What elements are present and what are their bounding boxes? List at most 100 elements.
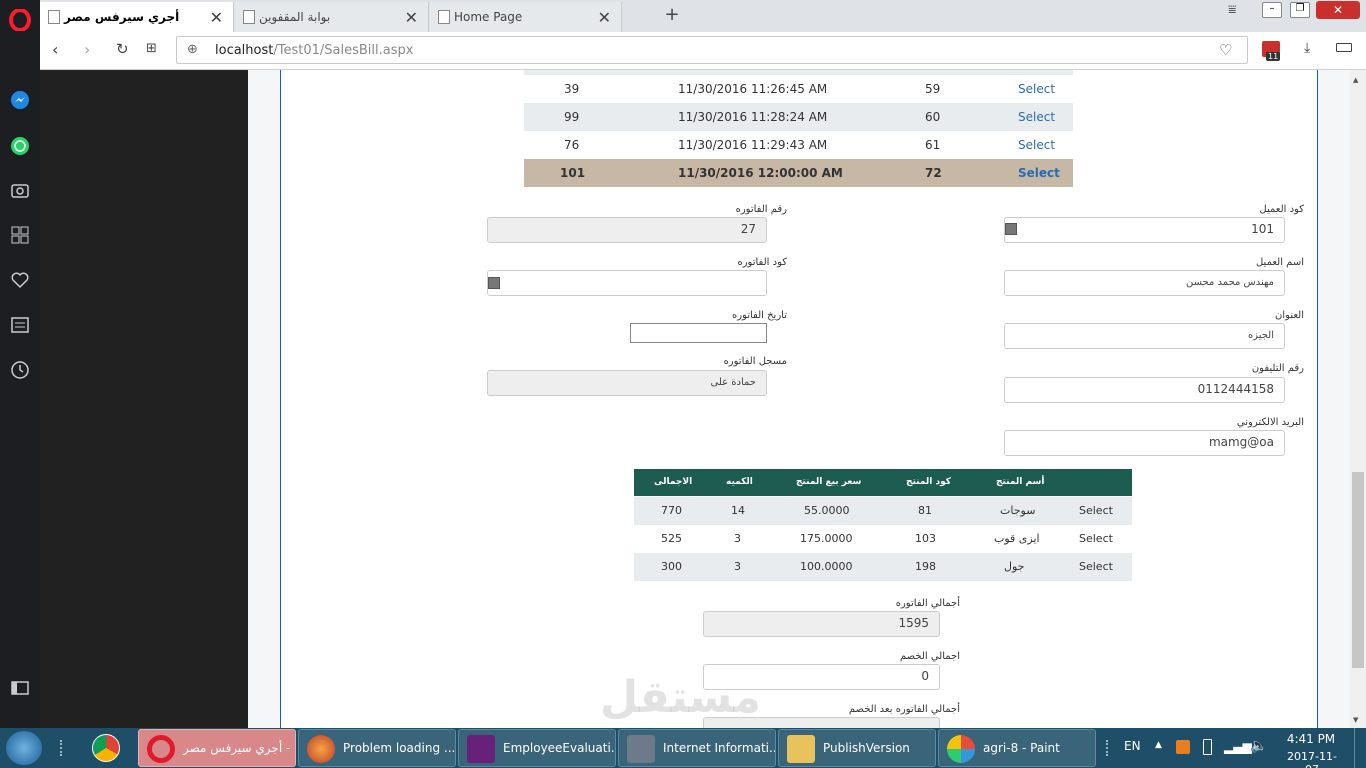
- customer-name-value: مهندس محمد محسن: [1186, 277, 1274, 288]
- clock-time[interactable]: 4:41 PM: [1286, 732, 1336, 746]
- select-link[interactable]: Select: [1018, 82, 1055, 96]
- lookup-icon[interactable]: [488, 277, 500, 289]
- customer-code-field[interactable]: 101: [1004, 217, 1285, 243]
- heart-icon[interactable]: [8, 268, 32, 292]
- tab-bar: أجري سيرفس مصر ✕ بوابة المقفوين ✕ Home P…: [40, 0, 1366, 32]
- history-icon[interactable]: [8, 358, 32, 382]
- tab-menu-icon[interactable]: ⩸: [1228, 2, 1237, 18]
- customer-name-field[interactable]: مهندس محمد محسن: [1004, 270, 1285, 296]
- taskbar-button-paint[interactable]: agri-8 - Paint: [938, 729, 1096, 767]
- address-field[interactable]: الجيزه: [1004, 323, 1285, 349]
- cell: 72: [925, 166, 942, 180]
- reload-icon[interactable]: ↻: [116, 40, 129, 58]
- bookmark-heart-icon[interactable]: ♡: [1219, 41, 1232, 59]
- volume-icon[interactable]: 🔈: [1250, 738, 1267, 754]
- bill-total-value: 1595: [898, 616, 929, 630]
- lookup-icon[interactable]: [1005, 223, 1017, 235]
- cell: 76: [564, 138, 580, 152]
- close-window-button[interactable]: ✕: [1316, 1, 1360, 19]
- scrollbar-thumb[interactable]: [1352, 472, 1364, 668]
- taskbar-button-opera[interactable]: أجري سيرفس مصر - ...: [138, 729, 296, 767]
- cell: 11/30/2016 11:26:45 AM: [678, 82, 828, 96]
- watermark-logo: مستقل: [600, 672, 761, 723]
- cell: 3: [734, 560, 741, 573]
- speed-dial-icon[interactable]: [8, 223, 32, 247]
- tab-portal[interactable]: بوابة المقفوين ✕: [235, 2, 429, 32]
- taskbar-label: agri-8 - Paint: [983, 741, 1060, 755]
- minimize-button[interactable]: –: [1262, 2, 1282, 18]
- cell: 81: [918, 504, 932, 517]
- cell: 103: [915, 532, 936, 545]
- url-text[interactable]: localhost/Test01/SalesBill.aspx: [215, 43, 413, 58]
- customer-name-label: اسم العميل: [1255, 257, 1304, 268]
- bill-date-field[interactable]: [630, 323, 767, 343]
- tab-label: بوابة المقفوين: [259, 10, 331, 24]
- messenger-icon[interactable]: [8, 88, 32, 112]
- taskbar-button-iis[interactable]: Internet Informati...: [618, 729, 776, 767]
- download-icon[interactable]: ⤓: [1304, 40, 1310, 56]
- page-left-panel: [40, 70, 248, 728]
- tray-app-icon[interactable]: [1176, 740, 1190, 754]
- tab-home-page[interactable]: Home Page ✕: [430, 2, 622, 32]
- sidebar-toggle-icon[interactable]: [8, 676, 32, 700]
- taskbar-button-folder[interactable]: PublishVersion: [778, 729, 936, 767]
- select-link[interactable]: Select: [1018, 138, 1055, 152]
- customer-code-label: كود العميل: [1259, 204, 1304, 215]
- select-link[interactable]: Select: [1079, 532, 1113, 545]
- opera-logo-icon[interactable]: [8, 8, 32, 32]
- news-icon[interactable]: [8, 313, 32, 337]
- cell: 100.0000: [800, 560, 853, 573]
- opera-sidebar: [0, 0, 40, 728]
- phone-field[interactable]: 0112444158: [1004, 377, 1285, 403]
- close-tab-icon[interactable]: ✕: [405, 8, 418, 27]
- select-link[interactable]: Select: [1079, 560, 1113, 573]
- taskbar-button-visual-studio[interactable]: EmployeeEvaluati...: [458, 729, 616, 767]
- scroll-up-icon[interactable]: ▲: [1353, 76, 1358, 84]
- tab-sales-bill[interactable]: أجري سيرفس مصر ✕: [40, 2, 234, 32]
- show-desktop-button[interactable]: [1354, 728, 1366, 768]
- select-link[interactable]: Select: [1018, 110, 1055, 124]
- cell: 101: [560, 166, 586, 180]
- start-button[interactable]: [6, 731, 42, 765]
- chrome-icon[interactable]: [92, 734, 120, 762]
- tray-expand-icon[interactable]: ▲: [1155, 740, 1162, 750]
- bill-code-field[interactable]: [487, 270, 767, 296]
- taskbar: أجري سيرفس مصر - ... Problem loading ...…: [0, 728, 1366, 768]
- after-discount-label: أجمالي الفاتوره بعد الخصم: [848, 704, 960, 715]
- column-header: الاجمالى: [654, 477, 693, 487]
- address-value: الجيزه: [1247, 330, 1274, 341]
- language-indicator[interactable]: EN: [1124, 739, 1141, 753]
- address-bar[interactable]: ⊕ localhost/Test01/SalesBill.aspx ♡: [176, 36, 1248, 64]
- cell: 175.0000: [800, 532, 853, 545]
- whatsapp-icon[interactable]: [8, 134, 32, 158]
- back-icon[interactable]: ‹: [52, 40, 58, 59]
- bill-number-field[interactable]: 27: [487, 217, 767, 243]
- taskbar-button-firefox[interactable]: Problem loading ...: [298, 729, 456, 767]
- cell: 11/30/2016 11:28:24 AM: [678, 110, 828, 124]
- restore-button[interactable]: ❐: [1290, 2, 1310, 18]
- clock-date[interactable]: 2017-11-07: [1282, 750, 1342, 768]
- taskbar-label: Internet Informati...: [663, 741, 776, 755]
- firefox-icon: [307, 735, 335, 763]
- close-tab-icon[interactable]: ✕: [210, 8, 223, 27]
- forward-icon[interactable]: ›: [84, 40, 90, 59]
- cell: 14: [731, 504, 745, 517]
- battery-icon: [1336, 43, 1352, 52]
- registrar-field[interactable]: حمادة على: [487, 370, 767, 396]
- new-tab-button[interactable]: +: [662, 6, 682, 26]
- cell: 300: [661, 560, 682, 573]
- battery-tray-icon[interactable]: [1203, 739, 1212, 755]
- network-icon[interactable]: ▂▄▆: [1224, 740, 1252, 754]
- close-tab-icon[interactable]: ✕: [598, 8, 611, 27]
- tabs-grid-icon[interactable]: ⊞: [146, 41, 157, 56]
- scroll-down-icon[interactable]: ▼: [1353, 716, 1358, 724]
- bill-total-field[interactable]: 1595: [703, 611, 940, 637]
- select-link[interactable]: Select: [1018, 166, 1060, 180]
- email-field[interactable]: mamg@oa: [1004, 430, 1285, 456]
- details-grid-header: أسم المنتج كود المنتج سعر بيع المنتج الك…: [634, 469, 1132, 496]
- select-link[interactable]: Select: [1079, 504, 1113, 517]
- registrar-value: حمادة على: [710, 377, 757, 388]
- page-icon: [48, 10, 60, 24]
- camera-icon[interactable]: [8, 178, 32, 202]
- table-row: Select جول 198 100.0000 3 300: [634, 553, 1132, 581]
